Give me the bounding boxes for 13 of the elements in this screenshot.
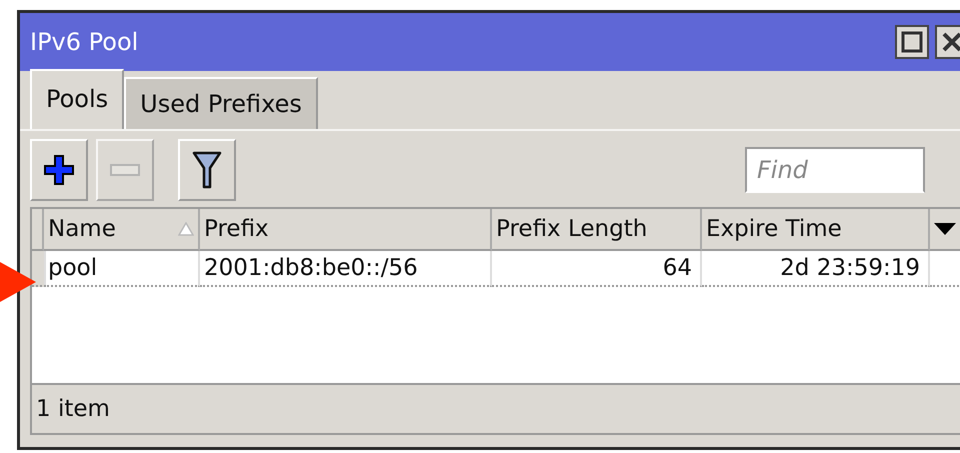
table-cell: 2001:db8:be0::/56 <box>200 251 492 287</box>
table-cell: pool <box>44 251 200 287</box>
tab[interactable]: Used Prefixes <box>124 77 318 129</box>
table-cell: 2d 23:59:19 <box>702 251 930 287</box>
window-title: IPv6 Pool <box>30 28 140 56</box>
column-header[interactable]: Prefix <box>200 209 492 251</box>
search-field[interactable]: Find <box>745 147 925 193</box>
column-header[interactable]: Prefix Length <box>492 209 702 251</box>
column-header[interactable]: Expire Time <box>702 209 930 251</box>
column-header[interactable]: Name <box>44 209 200 251</box>
table-cell: 64 <box>492 251 702 287</box>
tab[interactable]: Pools <box>30 69 124 129</box>
item-count: 1 item <box>36 396 110 422</box>
